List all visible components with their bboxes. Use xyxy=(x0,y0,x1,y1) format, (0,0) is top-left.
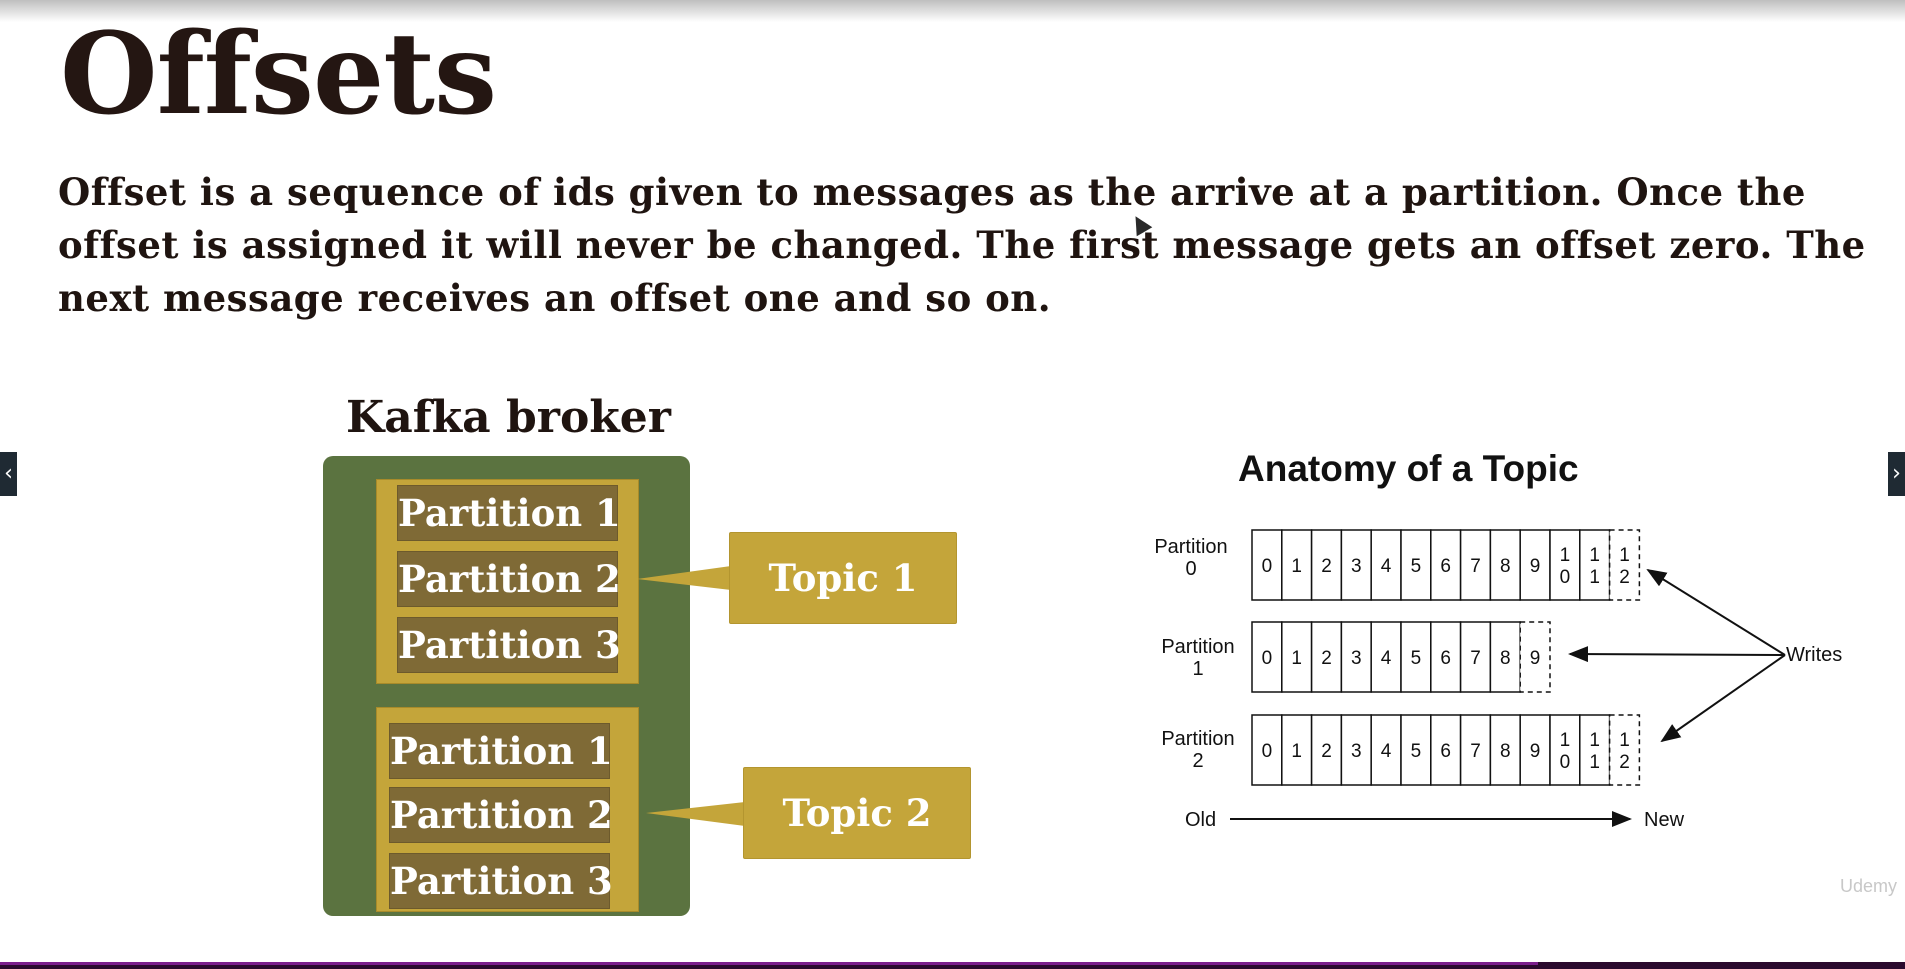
partition-0-offset-label: 4 xyxy=(1381,556,1392,577)
partition-2-offset-label: 1 xyxy=(1589,752,1600,773)
old-label: Old xyxy=(1185,809,1216,831)
write-arrow-partition-0 xyxy=(1646,568,1786,656)
partition-1-offset-label: 8 xyxy=(1500,648,1511,669)
partition-0-offset-label: 9 xyxy=(1530,556,1541,577)
partition-2-offset-label: 0 xyxy=(1262,741,1273,762)
partition-0-offset-label: 7 xyxy=(1470,556,1481,577)
partition-2-offset-label: 9 xyxy=(1530,741,1541,762)
partition-2-offset-label: 1 xyxy=(1619,730,1630,751)
partition-2-offset-label: 0 xyxy=(1560,752,1571,773)
partition-2-offset-label: 8 xyxy=(1500,741,1511,762)
partition-2-offset-label: 4 xyxy=(1381,741,1392,762)
partition-0-offset-label: 2 xyxy=(1619,567,1630,588)
bottom-progress-fill xyxy=(0,962,1538,965)
partition-1-offset-label: 2 xyxy=(1321,648,1332,669)
partition-1-offset-label: 4 xyxy=(1381,648,1392,669)
partition-0-offset-label: 0 xyxy=(1262,556,1273,577)
partition-2-offset-label: 1 xyxy=(1589,730,1600,751)
partition-0-offset-label: 5 xyxy=(1411,556,1422,577)
partition-0-offset-label: 2 xyxy=(1321,556,1332,577)
partition-1-offset-label: 3 xyxy=(1351,648,1362,669)
partition-0-offset-label: 8 xyxy=(1500,556,1511,577)
writes-label: Writes xyxy=(1786,644,1842,666)
partition-1-offset-label: 1 xyxy=(1291,648,1302,669)
partition-2-offset-label: 2 xyxy=(1321,741,1332,762)
partition-2-offset-label: 1 xyxy=(1291,741,1302,762)
partition-0-offset-label: 6 xyxy=(1440,556,1451,577)
partition-1-offset-label: 0 xyxy=(1262,648,1273,669)
partition-1-offset-label: 6 xyxy=(1440,648,1451,669)
partition-0-offset-label: 1 xyxy=(1619,545,1630,566)
partition-0-offset-label: 3 xyxy=(1351,556,1362,577)
partition-2-offset-label: 3 xyxy=(1351,741,1362,762)
partition-0-offset-label: 1 xyxy=(1589,545,1600,566)
partition-0-offset-label: 0 xyxy=(1560,567,1571,588)
write-arrow-partition-2 xyxy=(1660,654,1786,743)
partition-2-offset-label: 6 xyxy=(1440,741,1451,762)
new-label: New xyxy=(1644,809,1685,831)
partition-1-offset-label: 9 xyxy=(1530,648,1541,669)
partition-1-offset-label: 5 xyxy=(1411,648,1422,669)
topic-anatomy-diagram: 0 1 2 3 4 5 6 7 8 91011120 1 2 3 4 5 6 7 8 90 1 2 3 4 5 6 7 8 91011… xyxy=(1185,529,1842,831)
partition-2-offset-label: 7 xyxy=(1470,741,1481,762)
partition-2-offset-label: 5 xyxy=(1411,741,1422,762)
partition-1-offset-label: 7 xyxy=(1470,648,1481,669)
partition-0-offset-label: 1 xyxy=(1291,556,1302,577)
partition-0-offset-label: 1 xyxy=(1560,545,1571,566)
udemy-watermark: Udemy xyxy=(1839,876,1897,896)
partition-0-offset-label: 1 xyxy=(1589,567,1600,588)
write-arrow-partition-1 xyxy=(1568,646,1786,663)
partition-2-offset-label: 1 xyxy=(1560,730,1571,751)
partition-2-offset-label: 2 xyxy=(1619,752,1630,773)
